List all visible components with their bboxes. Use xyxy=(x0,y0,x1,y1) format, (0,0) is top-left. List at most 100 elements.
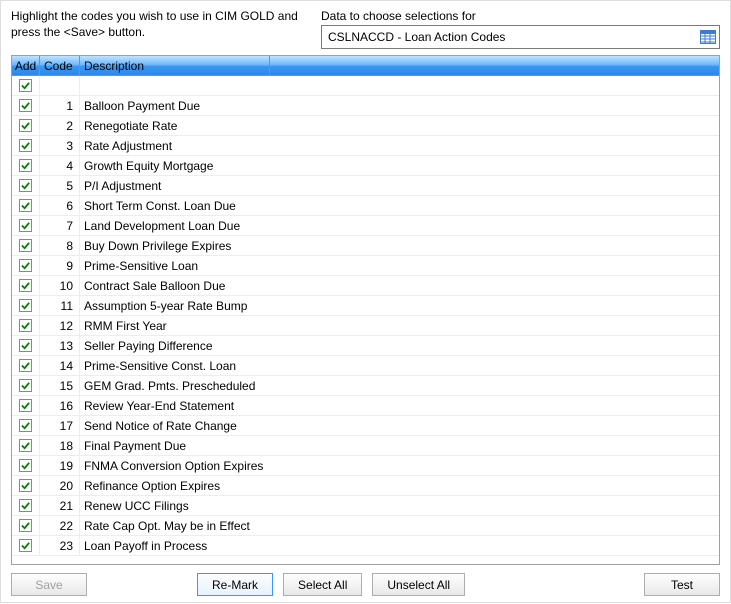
table-row[interactable]: 17Send Notice of Rate Change xyxy=(12,416,719,436)
table-row[interactable]: 16Review Year-End Statement xyxy=(12,396,719,416)
cell-description: Growth Equity Mortgage xyxy=(80,156,719,175)
table-row[interactable]: 20Refinance Option Expires xyxy=(12,476,719,496)
cell-description: Renegotiate Rate xyxy=(80,116,719,135)
add-checkbox[interactable] xyxy=(19,159,32,172)
cell-code: 17 xyxy=(40,416,80,435)
table-row[interactable]: 15GEM Grad. Pmts. Prescheduled xyxy=(12,376,719,396)
select-all-button[interactable]: Select All xyxy=(283,573,362,596)
remark-button[interactable]: Re-Mark xyxy=(197,573,273,596)
table-row[interactable]: 4Growth Equity Mortgage xyxy=(12,156,719,176)
table-row[interactable] xyxy=(12,76,719,96)
add-checkbox[interactable] xyxy=(19,539,32,552)
add-checkbox[interactable] xyxy=(19,419,32,432)
table-row[interactable]: 2Renegotiate Rate xyxy=(12,116,719,136)
table-row[interactable]: 11Assumption 5-year Rate Bump xyxy=(12,296,719,316)
add-checkbox[interactable] xyxy=(19,319,32,332)
cell-code: 21 xyxy=(40,496,80,515)
save-button[interactable]: Save xyxy=(11,573,87,596)
cell-description: Prime-Sensitive Const. Loan xyxy=(80,356,719,375)
cell-code: 6 xyxy=(40,196,80,215)
add-checkbox[interactable] xyxy=(19,439,32,452)
cell-add xyxy=(12,516,40,535)
cell-add xyxy=(12,456,40,475)
add-checkbox[interactable] xyxy=(19,459,32,472)
table-row[interactable]: 8Buy Down Privilege Expires xyxy=(12,236,719,256)
cell-code: 12 xyxy=(40,316,80,335)
add-checkbox[interactable] xyxy=(19,79,32,92)
table-row[interactable]: 23Loan Payoff in Process xyxy=(12,536,719,556)
cell-add xyxy=(12,396,40,415)
table-row[interactable]: 22Rate Cap Opt. May be in Effect xyxy=(12,516,719,536)
unselect-all-button[interactable]: Unselect All xyxy=(372,573,465,596)
table-row[interactable]: 21Renew UCC Filings xyxy=(12,496,719,516)
cell-add xyxy=(12,496,40,515)
table-row[interactable]: 9Prime-Sensitive Loan xyxy=(12,256,719,276)
cell-description xyxy=(80,76,719,95)
table-body[interactable]: 1Balloon Payment Due2Renegotiate Rate3Ra… xyxy=(12,76,719,564)
cell-code: 18 xyxy=(40,436,80,455)
cell-description: Rate Adjustment xyxy=(80,136,719,155)
cell-code: 20 xyxy=(40,476,80,495)
add-checkbox[interactable] xyxy=(19,499,32,512)
column-header-code[interactable]: Code xyxy=(40,56,80,75)
table-row[interactable]: 3Rate Adjustment xyxy=(12,136,719,156)
cell-code: 13 xyxy=(40,336,80,355)
add-checkbox[interactable] xyxy=(19,259,32,272)
add-checkbox[interactable] xyxy=(19,399,32,412)
table-row[interactable]: 12RMM First Year xyxy=(12,316,719,336)
table-row[interactable]: 14Prime-Sensitive Const. Loan xyxy=(12,356,719,376)
cell-description: GEM Grad. Pmts. Prescheduled xyxy=(80,376,719,395)
top-section: Highlight the codes you wish to use in C… xyxy=(1,1,730,55)
cell-code: 8 xyxy=(40,236,80,255)
cell-code: 10 xyxy=(40,276,80,295)
cell-code: 2 xyxy=(40,116,80,135)
cell-code xyxy=(40,76,80,95)
add-checkbox[interactable] xyxy=(19,239,32,252)
table-row[interactable]: 5P/I Adjustment xyxy=(12,176,719,196)
add-checkbox[interactable] xyxy=(19,139,32,152)
add-checkbox[interactable] xyxy=(19,179,32,192)
table-row[interactable]: 13Seller Paying Difference xyxy=(12,336,719,356)
button-bar: Save Re-Mark Select All Unselect All Tes… xyxy=(1,565,730,604)
table-header: Add Code Description xyxy=(12,56,719,76)
cell-code: 19 xyxy=(40,456,80,475)
cell-description: Loan Payoff in Process xyxy=(80,536,719,555)
data-dropdown[interactable]: CSLNACCD - Loan Action Codes xyxy=(321,25,720,49)
cell-add xyxy=(12,236,40,255)
column-header-spacer xyxy=(270,56,719,75)
cell-description: Assumption 5-year Rate Bump xyxy=(80,296,719,315)
cell-code: 5 xyxy=(40,176,80,195)
add-checkbox[interactable] xyxy=(19,99,32,112)
add-checkbox[interactable] xyxy=(19,519,32,532)
table-row[interactable]: 19FNMA Conversion Option Expires xyxy=(12,456,719,476)
cell-description: Prime-Sensitive Loan xyxy=(80,256,719,275)
add-checkbox[interactable] xyxy=(19,299,32,312)
table-row[interactable]: 18Final Payment Due xyxy=(12,436,719,456)
table-row[interactable]: 10Contract Sale Balloon Due xyxy=(12,276,719,296)
data-dropdown-value: CSLNACCD - Loan Action Codes xyxy=(328,30,699,44)
cell-description: Send Notice of Rate Change xyxy=(80,416,719,435)
column-header-add[interactable]: Add xyxy=(12,56,40,75)
cell-add xyxy=(12,136,40,155)
column-header-description[interactable]: Description xyxy=(80,56,270,75)
add-checkbox[interactable] xyxy=(19,219,32,232)
codes-table: Add Code Description 1Balloon Payment Du… xyxy=(11,55,720,565)
add-checkbox[interactable] xyxy=(19,279,32,292)
cell-description: Refinance Option Expires xyxy=(80,476,719,495)
table-row[interactable]: 7Land Development Loan Due xyxy=(12,216,719,236)
cell-description: Rate Cap Opt. May be in Effect xyxy=(80,516,719,535)
cell-code: 1 xyxy=(40,96,80,115)
cell-add xyxy=(12,416,40,435)
cell-description: Short Term Const. Loan Due xyxy=(80,196,719,215)
test-button[interactable]: Test xyxy=(644,573,720,596)
add-checkbox[interactable] xyxy=(19,479,32,492)
add-checkbox[interactable] xyxy=(19,199,32,212)
add-checkbox[interactable] xyxy=(19,339,32,352)
add-checkbox[interactable] xyxy=(19,119,32,132)
cell-description: Review Year-End Statement xyxy=(80,396,719,415)
table-row[interactable]: 6Short Term Const. Loan Due xyxy=(12,196,719,216)
table-row[interactable]: 1Balloon Payment Due xyxy=(12,96,719,116)
data-selector-label: Data to choose selections for xyxy=(321,9,720,23)
add-checkbox[interactable] xyxy=(19,379,32,392)
add-checkbox[interactable] xyxy=(19,359,32,372)
